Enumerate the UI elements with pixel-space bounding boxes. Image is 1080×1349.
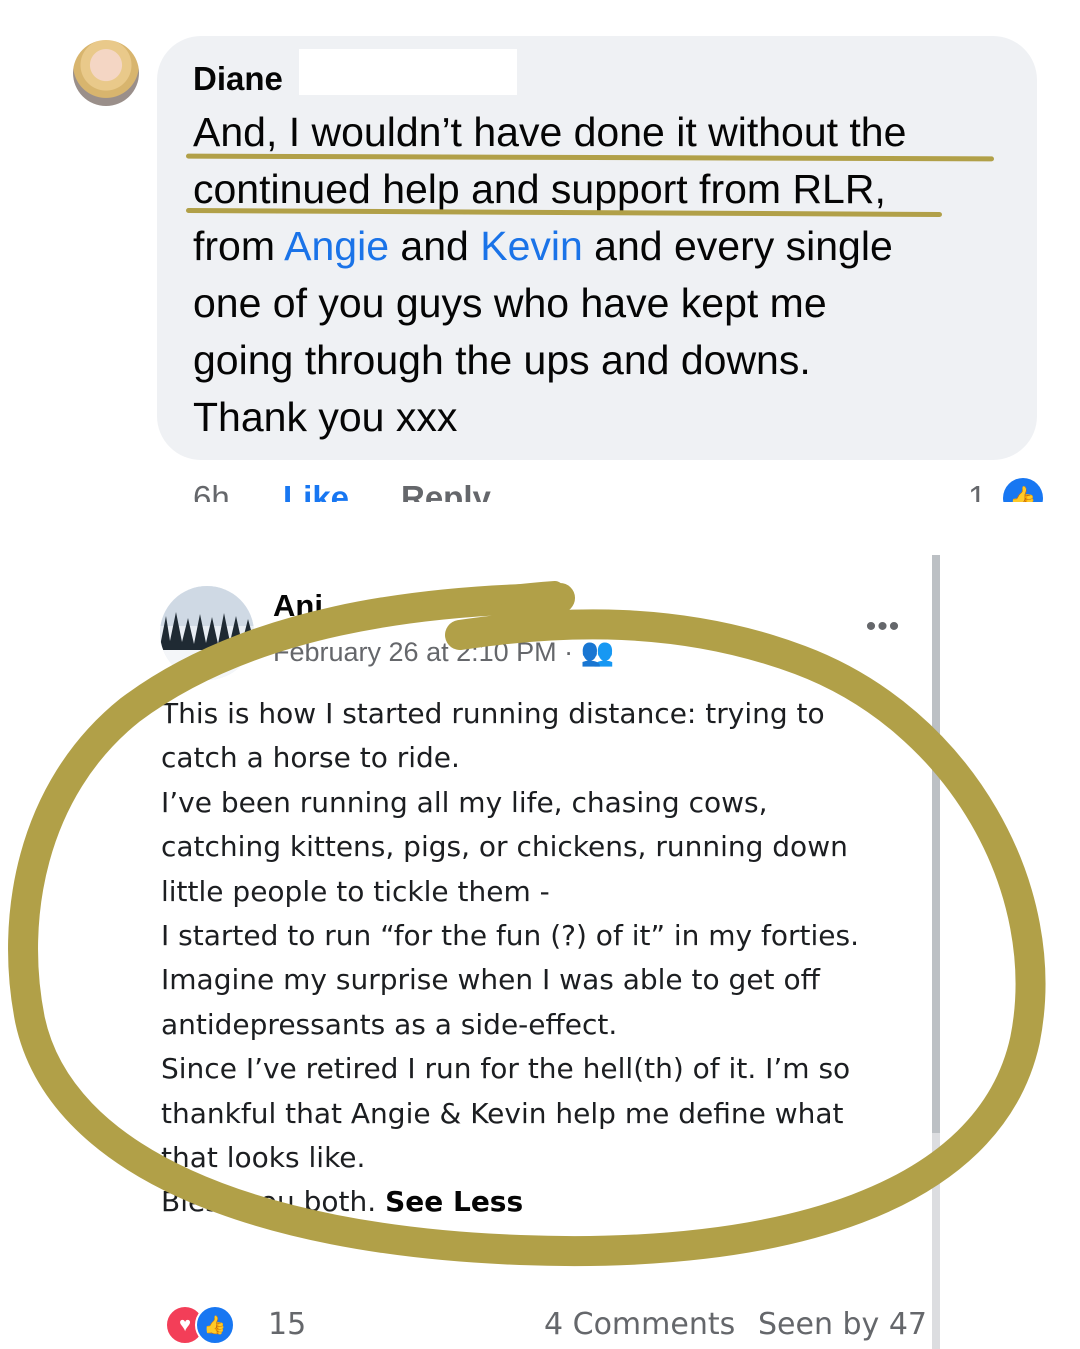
like-count[interactable]: 1 [968,478,986,502]
post-line: catching kittens, pigs, or chickens, run… [161,830,848,864]
post-line: Bless you both. See Less [161,1185,524,1219]
comment-time[interactable]: 6h [193,478,230,502]
comment-line: from Angie and Kevin and every single [193,223,893,269]
scrollbar[interactable] [932,555,940,1349]
friends-icon: 👥 [580,637,615,667]
post-line: little people to tickle them - [161,874,550,908]
scrollbar-thumb[interactable] [932,555,940,1133]
post-author[interactable]: Ani [273,588,323,624]
see-less-link[interactable]: See Less [385,1185,523,1218]
comment-line: And, I wouldn’t have done it without the [193,109,907,155]
reaction-count[interactable]: 15 [268,1307,306,1342]
post-line: This is how I started running distance: … [161,697,825,730]
post-line: I started to run “for the fun (?) of it”… [161,919,860,953]
post-line: Since I’ve retired I run for the hell(th… [161,1052,851,1086]
mention-angie[interactable]: Angie [284,223,389,269]
comments-link[interactable]: 4 Comments [544,1307,735,1342]
post-line: that looks like. [161,1141,366,1175]
like-icon: 👍 [195,1305,235,1345]
mention-kevin[interactable]: Kevin [480,223,583,269]
comment-line: going through the ups and downs. [193,337,811,383]
avatar-diane[interactable] [73,40,139,106]
avatar-ani[interactable] [160,586,254,680]
post-text: This is how I started running distance: … [161,692,931,1225]
post-line: antidepressants as a side-effect. [161,1007,618,1041]
like-button[interactable]: Like [283,478,349,502]
snowy-forest-icon [160,586,254,680]
thumbs-up-icon: 👍 [1003,478,1043,502]
more-options-button[interactable]: ••• [858,612,908,642]
comment-actions: 6h Like Reply 1 👍 [193,478,1063,502]
seen-by[interactable]: Seen by 47 [758,1307,927,1342]
post-line: thankful that Angie & Kevin help me defi… [161,1096,844,1130]
post-line: Imagine my surprise when I was able to g… [161,963,820,997]
reply-button[interactable]: Reply [401,478,491,502]
post-line: I’ve been running all my life, chasing c… [161,785,768,819]
comment-line: one of you guys who have kept me [193,280,827,326]
post-timestamp[interactable]: February 26 at 2:10 PM · 👥 [273,636,614,668]
redaction-box [299,49,517,95]
post-line: catch a horse to ride. [161,741,460,775]
comment-line: Thank you xxx [193,394,458,440]
comment-author[interactable]: Diane [193,60,283,98]
